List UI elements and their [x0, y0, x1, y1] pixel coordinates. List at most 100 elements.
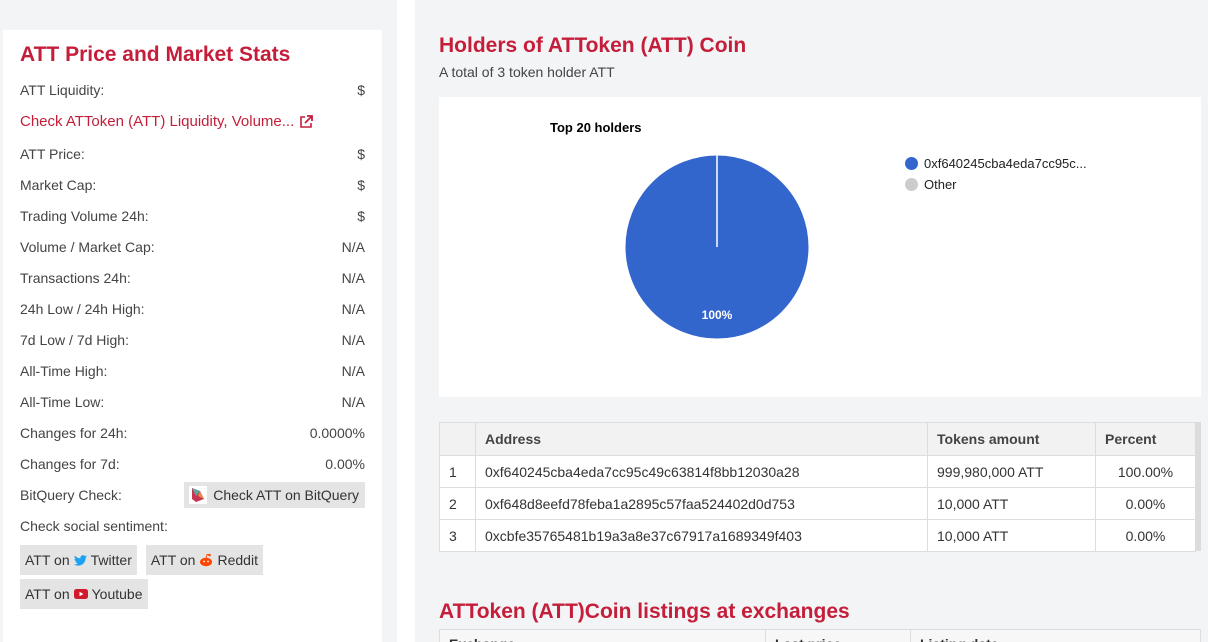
stat-value: N/A — [341, 393, 365, 410]
social-name: Reddit — [217, 552, 258, 568]
stat-label: Transactions 24h: — [20, 269, 131, 286]
stat-label: Market Cap: — [20, 176, 97, 193]
percent-cell: 0.00% — [1095, 519, 1196, 552]
legend-item[interactable]: 0xf640245cba4eda7cc95c... — [905, 153, 1087, 174]
stat-row: Market Cap: $ — [20, 169, 365, 200]
liquidity-link-text[interactable]: Check ATToken (ATT) Liquidity, Volume... — [20, 113, 294, 130]
stat-row-liquidity: ATT Liquidity: $ — [20, 74, 365, 105]
column-divider — [397, 0, 415, 642]
rank-cell: 1 — [439, 455, 476, 488]
social-sentiment-label: Check social sentiment: — [20, 517, 168, 534]
pie-chart: 100% — [624, 154, 810, 340]
col-rank-header — [439, 422, 476, 456]
stat-rows: ATT Price: $ Market Cap: $ Trading Volume 24… — [20, 138, 365, 479]
stat-label: BitQuery Check: — [20, 486, 122, 503]
stat-value: N/A — [341, 331, 365, 348]
percent-cell: 0.00% — [1095, 487, 1196, 520]
bitquery-button-label: Check ATT on BitQuery — [213, 486, 359, 503]
social-prefix: ATT on — [25, 552, 70, 568]
bitquery-button[interactable]: Check ATT on BitQuery — [184, 481, 365, 508]
stat-row: Volume / Market Cap: N/A — [20, 231, 365, 262]
address-cell[interactable]: 0xf640245cba4eda7cc95c49c63814f8bb12030a… — [475, 455, 928, 488]
rank-cell: 3 — [439, 519, 476, 552]
stat-row-bitquery: BitQuery Check: Check ATT on BitQuery — [20, 479, 365, 510]
stat-row: Transactions 24h: N/A — [20, 262, 365, 293]
listings-header-price[interactable]: Last price — [766, 630, 911, 642]
stat-value: 0.0000% — [309, 424, 365, 441]
legend-item[interactable]: Other — [905, 174, 1087, 195]
stat-row: All-Time Low: N/A — [20, 386, 365, 417]
stat-value: $ — [357, 81, 365, 98]
col-amount-header[interactable]: Tokens amount — [927, 422, 1096, 456]
col-address-header[interactable]: Address — [475, 422, 928, 456]
listings-title: ATToken (ATT)Coin listings at exchanges — [439, 600, 850, 623]
social-prefix: ATT on — [25, 586, 70, 602]
stat-row: 7d Low / 7d High: N/A — [20, 324, 365, 355]
listings-table: Exchange Last price Listing date — [439, 629, 1201, 642]
reddit-icon — [200, 553, 213, 567]
stat-row: Trading Volume 24h: $ — [20, 200, 365, 231]
market-stats-card: ATT Price and Market Stats ATT Liquidity… — [3, 30, 382, 642]
external-link-icon — [300, 114, 314, 128]
listings-header-exchange[interactable]: Exchange — [440, 630, 766, 642]
stat-label: ATT Price: — [20, 145, 85, 162]
stat-value: N/A — [341, 362, 365, 379]
social-prefix: ATT on — [150, 552, 196, 568]
percent-cell: 100.00% — [1095, 455, 1196, 488]
table-row[interactable]: 1 0xf640245cba4eda7cc95c49c63814f8bb1203… — [439, 455, 1196, 488]
listings-header-date[interactable]: Listing date — [911, 630, 1200, 642]
bitquery-logo-icon — [189, 485, 208, 504]
stat-row: Changes for 24h: 0.0000% — [20, 417, 365, 448]
stat-label: Changes for 24h: — [20, 424, 128, 441]
social-name: Twitter — [90, 552, 132, 568]
stat-label: 24h Low / 24h High: — [20, 300, 145, 317]
table-row[interactable]: 3 0xcbfe35765481b19a3a8e37c67917a1689349… — [439, 519, 1196, 552]
amount-cell: 10,000 ATT — [927, 519, 1096, 552]
address-cell[interactable]: 0xf648d8eefd78feba1a2895c57faa524402d0d7… — [475, 487, 928, 520]
holders-section: Holders of ATToken (ATT) Coin A total of… — [415, 0, 1208, 642]
legend-swatch — [905, 157, 918, 170]
legend-label: 0xf640245cba4eda7cc95c... — [924, 156, 1087, 171]
holders-chart-card: Top 20 holders 100% 0xf640245cba4eda7cc9… — [439, 97, 1201, 397]
stat-row: All-Time High: N/A — [20, 355, 365, 386]
twitter-icon — [73, 554, 87, 566]
pie-data-label: 100% — [702, 308, 733, 322]
stat-label: Volume / Market Cap: — [20, 238, 155, 255]
holders-table: Address Tokens amount Percent 1 0xf64024… — [439, 422, 1196, 552]
table-header-row: Address Tokens amount Percent — [439, 422, 1196, 456]
liquidity-link[interactable]: Check ATToken (ATT) Liquidity, Volume... — [20, 105, 365, 138]
stat-value: N/A — [341, 238, 365, 255]
holders-subtitle: A total of 3 token holder ATT — [439, 64, 615, 80]
stat-label: All-Time Low: — [20, 393, 105, 410]
col-percent-header[interactable]: Percent — [1095, 422, 1196, 456]
stat-value: N/A — [341, 269, 365, 286]
holders-title: Holders of ATToken (ATT) Coin — [439, 34, 747, 57]
amount-cell: 10,000 ATT — [927, 487, 1096, 520]
legend-swatch — [905, 178, 918, 191]
legend-label: Other — [924, 177, 957, 192]
address-cell[interactable]: 0xcbfe35765481b19a3a8e37c67917a1689349f4… — [475, 519, 928, 552]
stat-value: N/A — [341, 300, 365, 317]
stat-label: Changes for 7d: — [20, 455, 120, 472]
amount-cell: 999,980,000 ATT — [927, 455, 1096, 488]
table-scrollbar[interactable] — [1196, 422, 1201, 551]
youtube-button[interactable]: ATT on Youtube — [20, 579, 148, 609]
stat-label: All-Time High: — [20, 362, 108, 379]
social-buttons: ATT on Twitter ATT on Reddit ATT on Yout… — [20, 545, 280, 609]
stat-row: Changes for 7d: 0.00% — [20, 448, 365, 479]
youtube-icon — [73, 589, 88, 599]
rank-cell: 2 — [439, 487, 476, 520]
twitter-button[interactable]: ATT on Twitter — [20, 545, 137, 575]
table-row[interactable]: 2 0xf648d8eefd78feba1a2895c57faa524402d0… — [439, 487, 1196, 520]
stat-value: $ — [357, 207, 365, 224]
stat-value: 0.00% — [325, 455, 365, 472]
stat-row: ATT Price: $ — [20, 138, 365, 169]
social-name: Youtube — [91, 586, 143, 602]
stat-value: $ — [357, 145, 365, 162]
stat-value: $ — [357, 176, 365, 193]
stat-row: 24h Low / 24h High: N/A — [20, 293, 365, 324]
stat-label: Trading Volume 24h: — [20, 207, 149, 224]
stat-label: 7d Low / 7d High: — [20, 331, 129, 348]
stat-label: ATT Liquidity: — [20, 81, 105, 98]
reddit-button[interactable]: ATT on Reddit — [145, 545, 263, 575]
